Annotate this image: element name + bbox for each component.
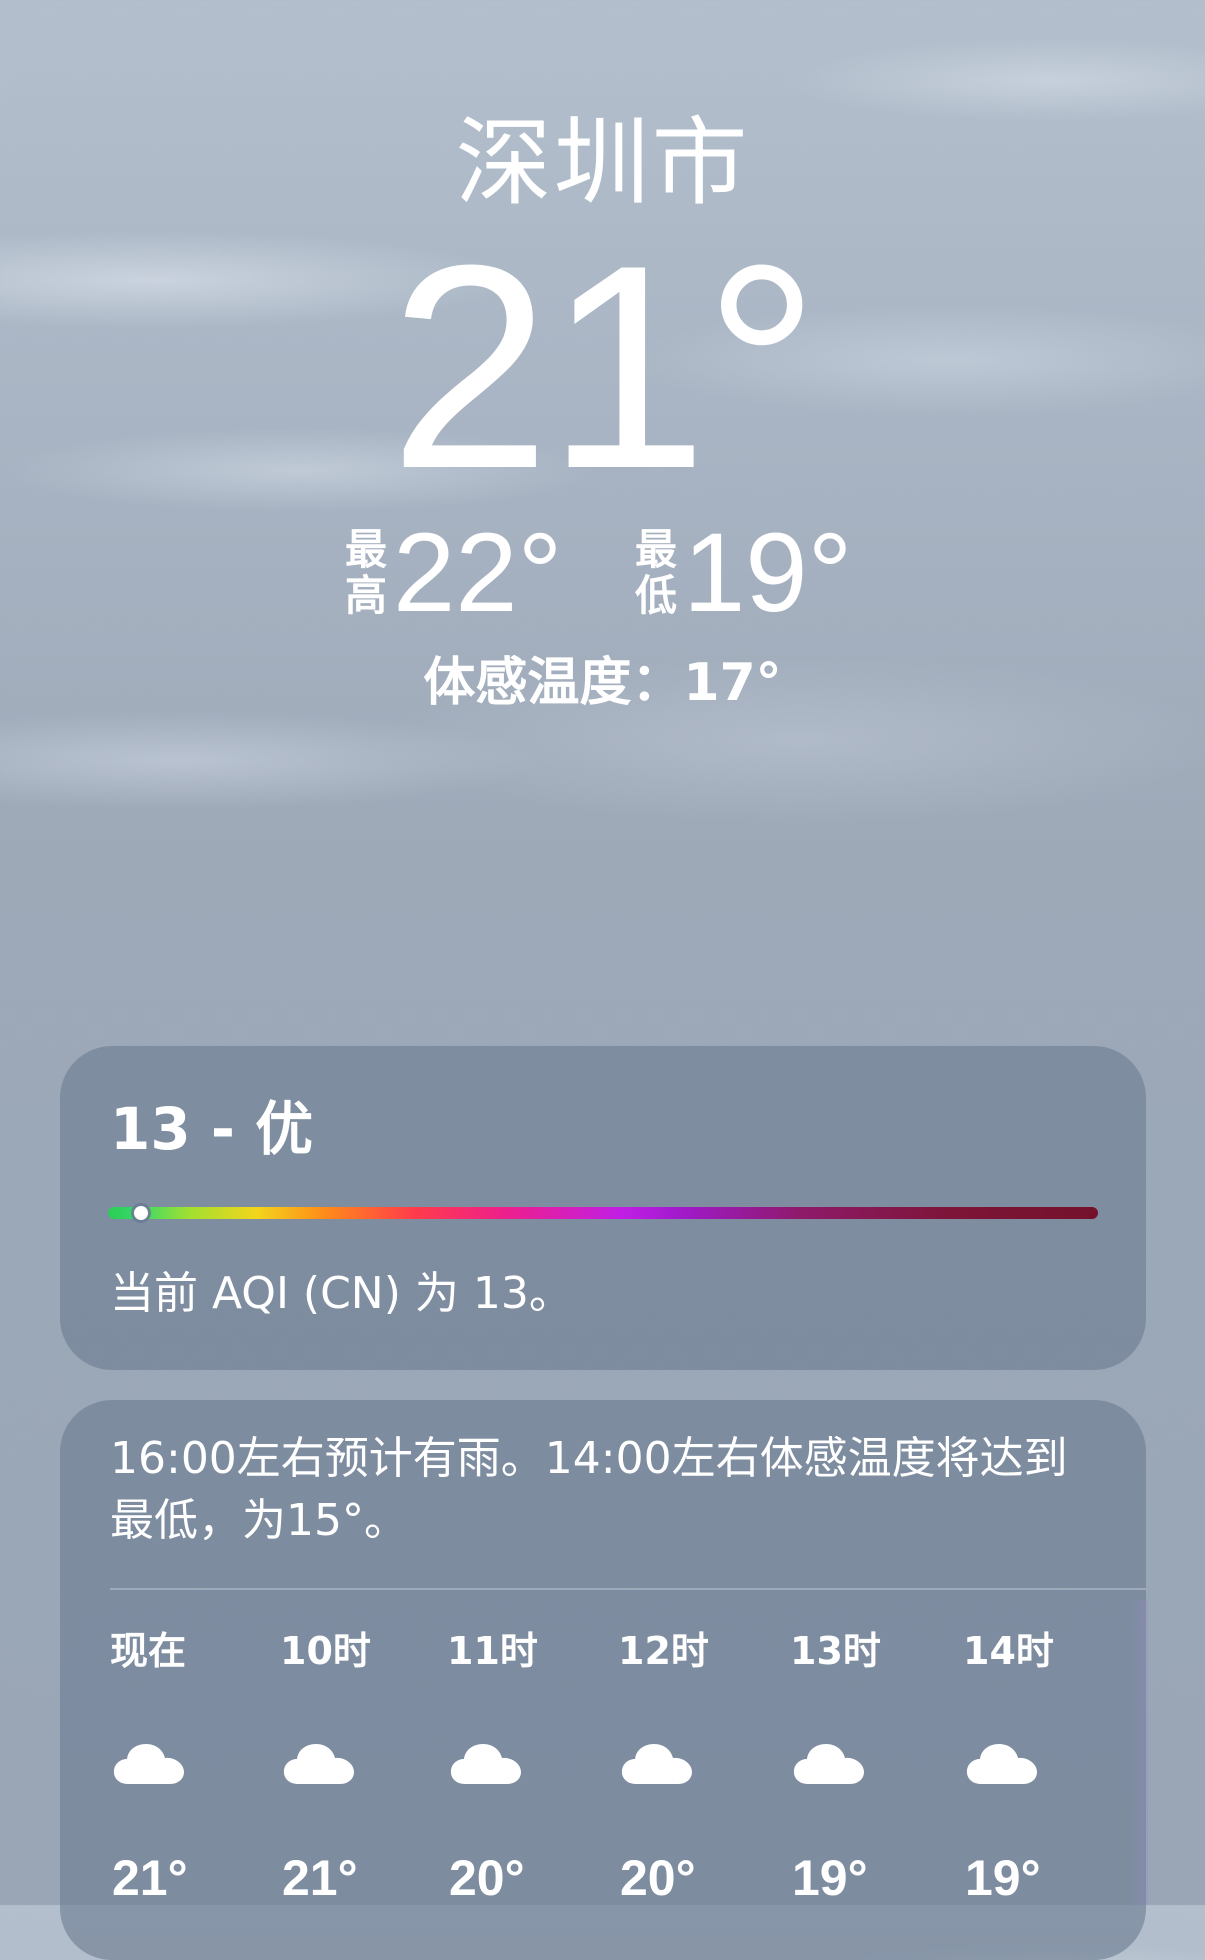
hour-temperature: 21° xyxy=(112,1850,188,1906)
low-value: 19° xyxy=(683,510,853,635)
low-label: 最 低 xyxy=(635,525,678,620)
forecast-divider xyxy=(110,1588,1146,1590)
cloud-icon xyxy=(449,1740,523,1786)
hour-label: 现在 xyxy=(110,1629,187,1673)
hourly-item: 现在 21° xyxy=(110,1626,250,1906)
hourly-item: 11时 20° xyxy=(447,1626,587,1906)
hour-temperature: 21° xyxy=(282,1850,358,1906)
aqi-headline: 13 - 优 xyxy=(110,1095,314,1163)
scroll-edge xyxy=(1130,1600,1148,1905)
feels-like: 体感温度：17° xyxy=(423,653,782,713)
cloud-icon xyxy=(282,1740,356,1786)
hour-label: 11时 xyxy=(447,1629,538,1673)
low-temperature: 最 低 19° xyxy=(635,510,853,635)
hourly-item: 10时 21° xyxy=(280,1626,420,1906)
hourly-item: 12时 20° xyxy=(618,1626,758,1906)
hour-temperature: 20° xyxy=(449,1850,525,1906)
aqi-description: 当前 AQI (CN) 为 13。 xyxy=(110,1268,573,1319)
aqi-scale-bar xyxy=(108,1207,1098,1219)
cloud-icon xyxy=(965,1740,1039,1786)
hour-temperature: 19° xyxy=(965,1850,1041,1906)
hour-label: 12时 xyxy=(618,1629,709,1673)
high-temperature: 最 高 22° xyxy=(345,510,563,635)
hour-temperature: 19° xyxy=(792,1850,868,1906)
cloud-icon xyxy=(620,1740,694,1786)
hour-temperature: 20° xyxy=(620,1850,696,1906)
high-value: 22° xyxy=(393,510,563,635)
hour-label: 10时 xyxy=(280,1629,371,1673)
hourly-item: 13时 19° xyxy=(790,1626,930,1906)
cloud-icon xyxy=(792,1740,866,1786)
aqi-indicator xyxy=(134,1206,148,1220)
hour-label: 13时 xyxy=(790,1629,881,1673)
hour-label: 14时 xyxy=(963,1629,1054,1673)
high-label: 最 高 xyxy=(345,525,388,620)
current-temperature: 21° xyxy=(389,205,820,529)
cloud-icon xyxy=(112,1740,186,1786)
hourly-item: 14时 19° xyxy=(963,1626,1103,1906)
forecast-summary: 16:00左右预计有雨。14:00左右体感温度将达到最低，为15°。 xyxy=(110,1433,1068,1546)
city-name: 深圳市 xyxy=(455,107,750,219)
